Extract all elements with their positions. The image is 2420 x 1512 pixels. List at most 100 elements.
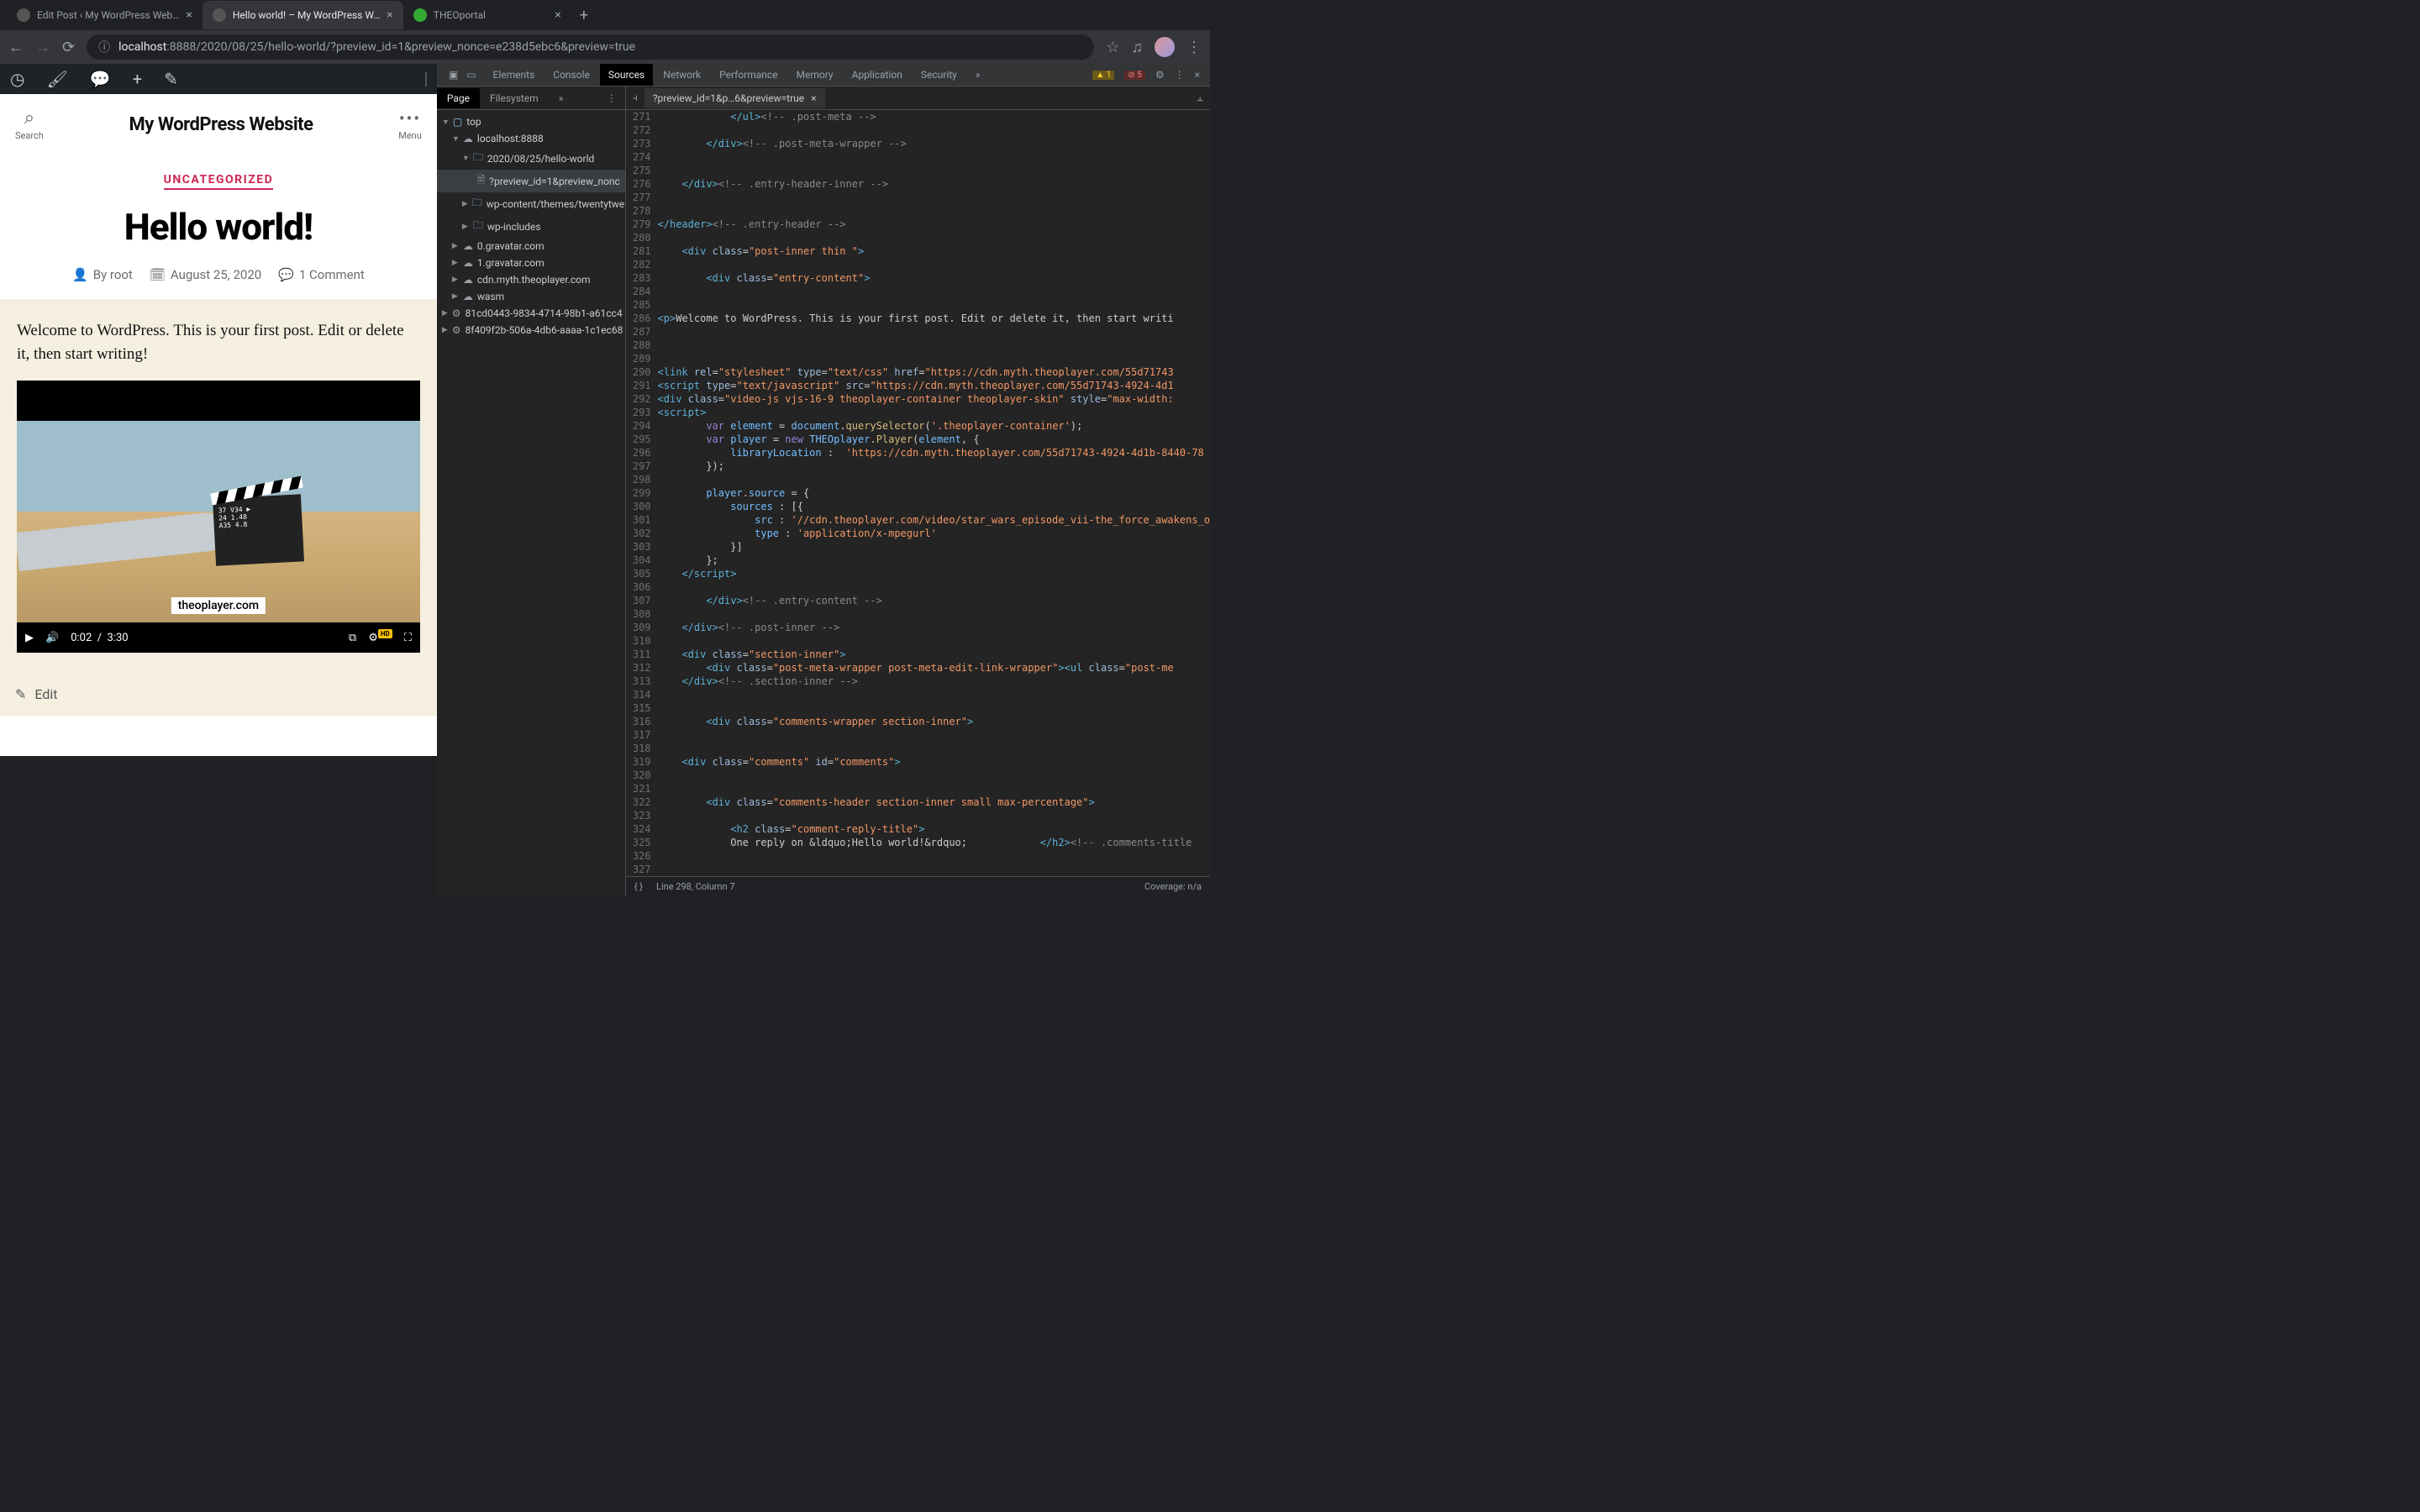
file-tree[interactable]: ▼▢top ▼☁localhost:8888 ▼🗀2020/08/25/hell… <box>437 110 625 896</box>
search-label: Search <box>15 130 44 141</box>
address-bar[interactable]: ⓘ localhost:8888/2020/08/25/hello-world/… <box>87 34 1094 60</box>
code-editor[interactable]: 2712722732742752762772782792802812822832… <box>626 110 1210 876</box>
post-title: Hello world! <box>17 205 420 249</box>
video-watermark: theoplayer.com <box>171 597 266 614</box>
volume-button[interactable]: 🔊 <box>45 632 59 644</box>
toggle-navigator-icon[interactable]: ⫞ <box>626 92 644 104</box>
edit-icon[interactable]: ✎ <box>164 69 178 89</box>
video-player[interactable]: 37 V34 ▶24 1.48A35 4.8 theoplayer.com ▶ … <box>17 381 420 653</box>
tab-memory[interactable]: Memory <box>788 64 842 86</box>
url-text: localhost:8888/2020/08/25/hello-world/?p… <box>118 40 635 54</box>
site-title[interactable]: My WordPress Website <box>129 114 313 135</box>
letterbox-top <box>17 381 420 421</box>
settings-button[interactable]: ⚙HD <box>368 632 392 644</box>
tab-sources[interactable]: Sources <box>600 64 653 86</box>
browser-tab-active[interactable]: Hello world! – My WordPress W… × <box>203 1 403 29</box>
tab-title: THEOportal <box>434 9 549 21</box>
close-icon[interactable]: × <box>186 8 192 22</box>
page-preview: ◷ 🖌 💬 + ✎ ⌕ Search My WordPress Website … <box>0 64 437 756</box>
cursor-position: Line 298, Column 7 <box>656 881 734 892</box>
toggle-debugger-icon[interactable]: ⫠ <box>1191 92 1210 104</box>
entry-header: UNCATEGORIZED Hello world! 👤 By root 🗓 A… <box>0 148 437 299</box>
reload-button[interactable]: ⟳ <box>62 39 75 56</box>
tab-title: Edit Post ‹ My WordPress Web… <box>37 9 179 21</box>
wordpress-icon <box>213 8 226 22</box>
profile-avatar[interactable] <box>1155 37 1175 57</box>
browser-tab[interactable]: THEOportal × <box>403 1 571 29</box>
new-icon[interactable]: + <box>133 69 142 89</box>
inspect-icon[interactable]: ▣ <box>449 69 458 81</box>
theoportal-icon <box>413 8 427 22</box>
tab-elements[interactable]: Elements <box>485 64 544 86</box>
side-tab-filesystem[interactable]: Filesystem <box>480 88 549 108</box>
edit-icon: ✎ <box>15 686 26 702</box>
close-icon[interactable]: × <box>387 8 392 22</box>
search-toggle[interactable]: ⌕ Search <box>15 108 44 141</box>
menu-icon[interactable]: ⋮ <box>1186 39 1202 56</box>
back-button[interactable]: ← <box>8 39 24 56</box>
wp-admin-bar: ◷ 🖌 💬 + ✎ <box>0 64 437 94</box>
tab-security[interactable]: Security <box>913 64 965 86</box>
device-icon[interactable]: ▭ <box>466 69 476 81</box>
kebab-icon[interactable]: ⋮ <box>1175 69 1185 81</box>
menu-toggle[interactable]: ••• Menu <box>398 108 422 141</box>
edit-link[interactable]: ✎ Edit <box>0 673 437 716</box>
subtitles-button[interactable]: ⧉ <box>349 632 356 644</box>
media-icon[interactable]: ♫ <box>1132 39 1144 56</box>
coverage-status[interactable]: Coverage: n/a <box>1144 881 1202 892</box>
user-avatar[interactable] <box>425 72 427 87</box>
more-tabs[interactable]: » <box>967 64 989 86</box>
calendar-icon: 🗓 <box>150 267 166 282</box>
post-text: Welcome to WordPress. This is your first… <box>17 319 420 365</box>
editor-tab[interactable]: ?preview_id=1&p…6&preview=true × <box>644 88 825 108</box>
post-body: Welcome to WordPress. This is your first… <box>0 299 437 673</box>
tab-console[interactable]: Console <box>544 64 598 86</box>
devtools: ▣ ▭ Elements Console Sources Network Per… <box>437 64 1210 756</box>
site-info-icon[interactable]: ⓘ <box>98 39 110 55</box>
clapperboard: 37 V34 ▶24 1.48A35 4.8 <box>213 494 304 565</box>
site-header: ⌕ Search My WordPress Website ••• Menu <box>0 94 437 148</box>
fullscreen-button[interactable]: ⛶ <box>404 632 412 644</box>
tab-network[interactable]: Network <box>655 64 709 86</box>
editor-tab-title: ?preview_id=1&p…6&preview=true <box>653 92 804 104</box>
tab-title: Hello world! – My WordPress W… <box>233 9 380 21</box>
devtools-tabs: ▣ ▭ Elements Console Sources Network Per… <box>437 64 1210 87</box>
close-icon[interactable]: × <box>555 8 560 22</box>
video-frame[interactable]: 37 V34 ▶24 1.48A35 4.8 theoplayer.com <box>17 421 420 622</box>
tab-application[interactable]: Application <box>844 64 911 86</box>
more-side-tabs[interactable]: » <box>549 88 574 108</box>
devtools-status-bar: { } Line 298, Column 7 Coverage: n/a <box>626 876 1210 896</box>
close-icon[interactable]: × <box>811 92 816 104</box>
author-meta: 👤 By root <box>72 267 133 282</box>
comments-icon[interactable]: 💬 <box>90 69 111 89</box>
wordpress-icon <box>17 8 30 22</box>
play-button[interactable]: ▶ <box>25 632 34 644</box>
kebab-icon[interactable]: ⋮ <box>598 92 625 104</box>
side-tab-page[interactable]: Page <box>437 88 480 108</box>
nav-bar: ← → ⟳ ⓘ localhost:8888/2020/08/25/hello-… <box>0 30 1210 64</box>
sources-sidebar: Page Filesystem » ⋮ ▼▢top ▼☁localhost:88… <box>437 87 626 896</box>
user-icon: 👤 <box>72 267 88 282</box>
comments-meta[interactable]: 💬 1 Comment <box>278 267 365 282</box>
browser-tab[interactable]: Edit Post ‹ My WordPress Web… × <box>7 1 203 29</box>
star-icon[interactable]: ☆ <box>1106 39 1119 56</box>
time-display: 0:02 / 3:30 <box>71 632 128 644</box>
format-icon[interactable]: { } <box>634 881 643 892</box>
forward-button[interactable]: → <box>35 39 50 56</box>
errors-badge[interactable]: ⊘ 5 <box>1124 71 1144 80</box>
tab-performance[interactable]: Performance <box>711 64 786 86</box>
settings-icon[interactable]: ⚙ <box>1155 69 1165 81</box>
scene-arm <box>17 511 229 571</box>
comment-icon: 💬 <box>278 267 294 282</box>
tab-bar: Edit Post ‹ My WordPress Web… × Hello wo… <box>0 0 1210 30</box>
post-category[interactable]: UNCATEGORIZED <box>164 173 274 190</box>
customize-icon[interactable]: 🖌 <box>46 69 67 89</box>
new-tab-button[interactable]: + <box>571 3 597 28</box>
date-meta: 🗓 August 25, 2020 <box>150 267 261 282</box>
menu-label: Menu <box>398 130 422 141</box>
edit-label: Edit <box>34 686 57 702</box>
video-controls: ▶ 🔊 0:02 / 3:30 ⧉ ⚙HD ⛶ <box>17 622 420 653</box>
dashboard-icon[interactable]: ◷ <box>10 69 24 89</box>
warnings-badge[interactable]: ▲ 1 <box>1092 71 1114 80</box>
close-icon[interactable]: × <box>1195 69 1200 81</box>
